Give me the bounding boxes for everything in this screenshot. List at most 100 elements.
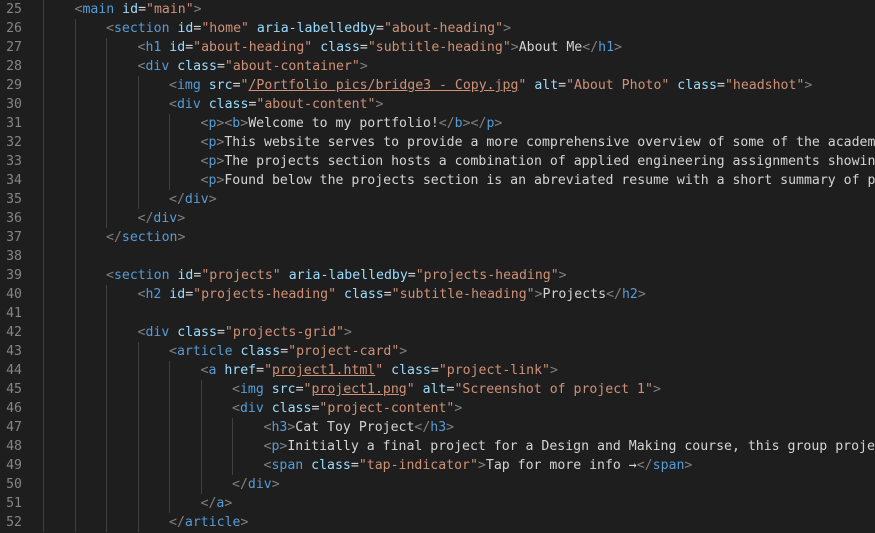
- code-text[interactable]: <div class="about-container">: [138, 57, 368, 76]
- code-text[interactable]: <section id="projects" aria-labelledby="…: [106, 266, 567, 285]
- code-line[interactable]: 49 <span class="tap-indicator">Tap for mo…: [0, 456, 875, 475]
- code-line[interactable]: 32 <p>This website serves to provide a mo…: [0, 133, 875, 152]
- code-text[interactable]: <span class="tap-indicator">Tap for more…: [264, 456, 693, 475]
- code-text[interactable]: <h2 id="projects-heading" class="subtitl…: [138, 285, 646, 304]
- code-token: "about-container": [224, 59, 360, 74]
- code-token: id: [177, 21, 194, 36]
- code-token: section: [113, 21, 170, 36]
- line-number: 43: [6, 344, 22, 359]
- code-line[interactable]: 34 <p>Found below the projects section is…: [0, 171, 875, 190]
- code-token: >: [614, 40, 622, 55]
- code-line[interactable]: 43 <article class="project-card">: [0, 342, 875, 361]
- code-line[interactable]: 48 <p>Initially a final project for a Des…: [0, 437, 875, 456]
- code-text[interactable]: </div>: [232, 475, 280, 494]
- code-line[interactable]: 51 </a>: [0, 494, 875, 513]
- code-text[interactable]: </section>: [106, 228, 185, 247]
- code-line[interactable]: 46 <div class="project-content">: [0, 399, 875, 418]
- code-token: =: [256, 363, 265, 378]
- code-token: ": [375, 363, 384, 378]
- code-line[interactable]: 38: [0, 247, 875, 266]
- code-token: >: [271, 477, 280, 492]
- code-text[interactable]: </div>: [138, 209, 186, 228]
- code-line[interactable]: 44 <a href="project1.html" class="project…: [0, 361, 875, 380]
- code-line[interactable]: 35 </div>: [0, 190, 875, 209]
- code-text[interactable]: </article>: [169, 513, 248, 532]
- code-line[interactable]: 39 <section id = "projects" aria-labelledby…: [0, 266, 875, 285]
- code-text[interactable]: <h3>Cat Toy Project</h3>: [264, 418, 455, 437]
- code-line[interactable]: 26 <section id="home" aria-labelledby="ab…: [0, 19, 875, 38]
- code-token: <: [106, 21, 114, 36]
- line-number: 26: [6, 21, 22, 36]
- code-token: alt: [534, 78, 559, 93]
- code-text[interactable]: <main id="main">: [75, 0, 202, 19]
- code-token: >: [684, 458, 693, 473]
- code-editor[interactable]: 25 <main id="main"> 26 <section id="home" a…: [0, 0, 875, 533]
- code-text[interactable]: <img src="project1.png" alt="Screenshot …: [232, 380, 661, 399]
- code-line[interactable]: 29 <img src="/Portfolio pics/bridge3 - Co…: [0, 76, 875, 95]
- code-token: Found below the projects section is an a…: [224, 173, 875, 188]
- code-line[interactable]: 37 </section>: [0, 228, 875, 247]
- code-token: main: [82, 2, 115, 17]
- code-line[interactable]: 25 <main id="main">: [0, 0, 875, 19]
- code-text[interactable]: <p>Initially a final project for a Desig…: [264, 437, 875, 456]
- code-token: div: [247, 477, 272, 492]
- code-text[interactable]: <div class="projects-grid">: [138, 323, 352, 342]
- code-text[interactable]: <a href="project1.html" class="project-l…: [201, 361, 558, 380]
- code-text[interactable]: <div class="project-content">: [232, 399, 462, 418]
- line-number: 41: [6, 306, 22, 321]
- code-line[interactable]: 42 <div class="projects-grid">: [0, 323, 875, 342]
- code-token: b: [454, 116, 463, 131]
- code-token: "project-link": [438, 363, 550, 378]
- code-line[interactable]: 31 <p><b>Welcome to my portfolio!</b></p>: [0, 114, 875, 133]
- code-token: class: [320, 40, 360, 55]
- code-token: >: [375, 97, 384, 112]
- code-token: =: [216, 325, 225, 340]
- code-text[interactable]: <h1 id="about-heading" class="subtitle-h…: [138, 38, 622, 57]
- code-token: Welcome to my portfolio!: [248, 116, 439, 131]
- code-token: span: [271, 458, 304, 473]
- code-text[interactable]: <article class="project-card">: [169, 342, 407, 361]
- code-token: >: [208, 192, 217, 207]
- code-text[interactable]: </div>: [169, 190, 217, 209]
- code-line[interactable]: 28 <div class="about-container">: [0, 57, 875, 76]
- code-token: >: [399, 344, 408, 359]
- code-text[interactable]: <div class="about-content">: [169, 95, 383, 114]
- code-line[interactable]: 47 <h3>Cat Toy Project</h3>: [0, 418, 875, 437]
- code-token: </: [169, 192, 185, 207]
- code-line[interactable]: 45 <img src="project1.png" alt="Screensho…: [0, 380, 875, 399]
- code-text[interactable]: <img src="/Portfolio pics/bridge3 - Copy…: [169, 76, 812, 95]
- code-line[interactable]: 33 <p>The projects section hosts a combin…: [0, 152, 875, 171]
- code-token: "projects-heading": [415, 268, 559, 283]
- code-token: img: [176, 78, 201, 93]
- code-token: "About Photo": [566, 78, 670, 93]
- line-number: 40: [6, 287, 22, 302]
- code-token: =: [280, 344, 289, 359]
- code-text[interactable]: </a>: [201, 494, 233, 513]
- code-line[interactable]: 40 <h2 id="projects-heading" class="subti…: [0, 285, 875, 304]
- code-text[interactable]: <p>Found below the projects section is a…: [201, 171, 875, 190]
- code-token: =: [558, 78, 567, 93]
- code-text[interactable]: <section id="home" aria-labelledby="abou…: [106, 19, 511, 38]
- code-token: "tap-indicator": [358, 458, 478, 473]
- code-token: "about-content": [256, 97, 376, 112]
- code-token: article: [184, 515, 241, 530]
- code-line[interactable]: 50 </div>: [0, 475, 875, 494]
- code-line[interactable]: 36 </div>: [0, 209, 875, 228]
- code-text[interactable]: <p>This website serves to provide a more…: [201, 133, 875, 152]
- code-text[interactable]: <p>The projects section hosts a combinat…: [201, 152, 875, 171]
- code-token: id: [122, 2, 139, 17]
- code-line[interactable]: 41: [0, 304, 875, 323]
- line-number: 42: [6, 325, 22, 340]
- code-line[interactable]: 52 </article>: [0, 513, 875, 532]
- code-token: >: [359, 59, 368, 74]
- code-line[interactable]: 27 <h1 id="about-heading" class="subtitle…: [0, 38, 875, 57]
- code-line[interactable]: 30 <div class="about-content">: [0, 95, 875, 114]
- code-token: This website serves to provide a more co…: [224, 135, 875, 150]
- code-text[interactable]: <p><b>Welcome to my portfolio!</b></p>: [201, 114, 503, 133]
- code-token: >: [343, 325, 352, 340]
